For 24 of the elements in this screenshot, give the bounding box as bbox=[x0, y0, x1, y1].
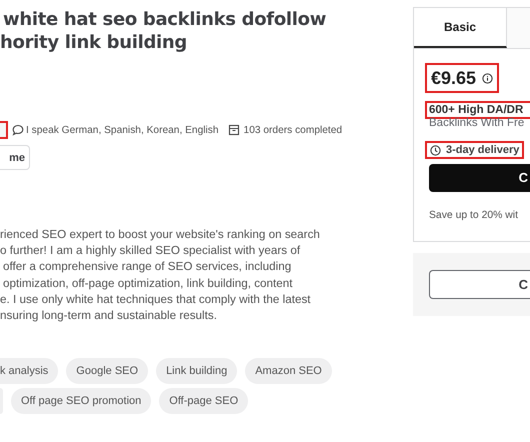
clock-icon bbox=[430, 144, 441, 156]
gig-title: white hat seo backlinks dofollow bbox=[3, 8, 328, 31]
contact-button[interactable]: me bbox=[0, 145, 30, 170]
package-name: 600+ High DA/DR bbox=[425, 101, 530, 119]
contact-seller-button[interactable]: C bbox=[429, 270, 530, 299]
tag-chip[interactable]: Off page SEO promotion bbox=[11, 388, 152, 414]
price-text: €9.65 bbox=[425, 63, 500, 93]
package-tab[interactable]: Basic bbox=[414, 8, 507, 48]
gig-title: hority link building bbox=[0, 31, 188, 54]
tag-chip[interactable]: Amazon SEO bbox=[245, 358, 332, 384]
tag-chip[interactable]: Google SEO bbox=[66, 358, 148, 384]
tag-chip[interactable]: Link building bbox=[156, 358, 238, 384]
save-note: Save up to 20% wit bbox=[429, 210, 519, 220]
chat-icon bbox=[12, 124, 24, 136]
delivery-text: 3-day delivery bbox=[425, 141, 524, 159]
info-icon bbox=[482, 72, 494, 84]
box-icon bbox=[228, 124, 240, 136]
package-subtitle: Backlinks With Fre bbox=[429, 117, 526, 129]
tag-chip[interactable]: k analysis bbox=[0, 358, 58, 384]
languages-text: I speak German, Spanish, Korean, English bbox=[26, 124, 219, 136]
tag-chip[interactable]: Off-page SEO bbox=[159, 388, 248, 414]
continue-button[interactable]: C bbox=[429, 164, 530, 192]
description-text: rienced SEO expert to boost your website's ranking on search o further! I am a highly skilled SEO specialist with years of offer a comprehensive range of SEO services, including optimization, off-page optimization, link building, content e. I use only white hat techniques that comply with the latest nsuring long-term and sustainable results. bbox=[0, 227, 321, 324]
orders-text: 103 orders completed bbox=[244, 124, 342, 136]
